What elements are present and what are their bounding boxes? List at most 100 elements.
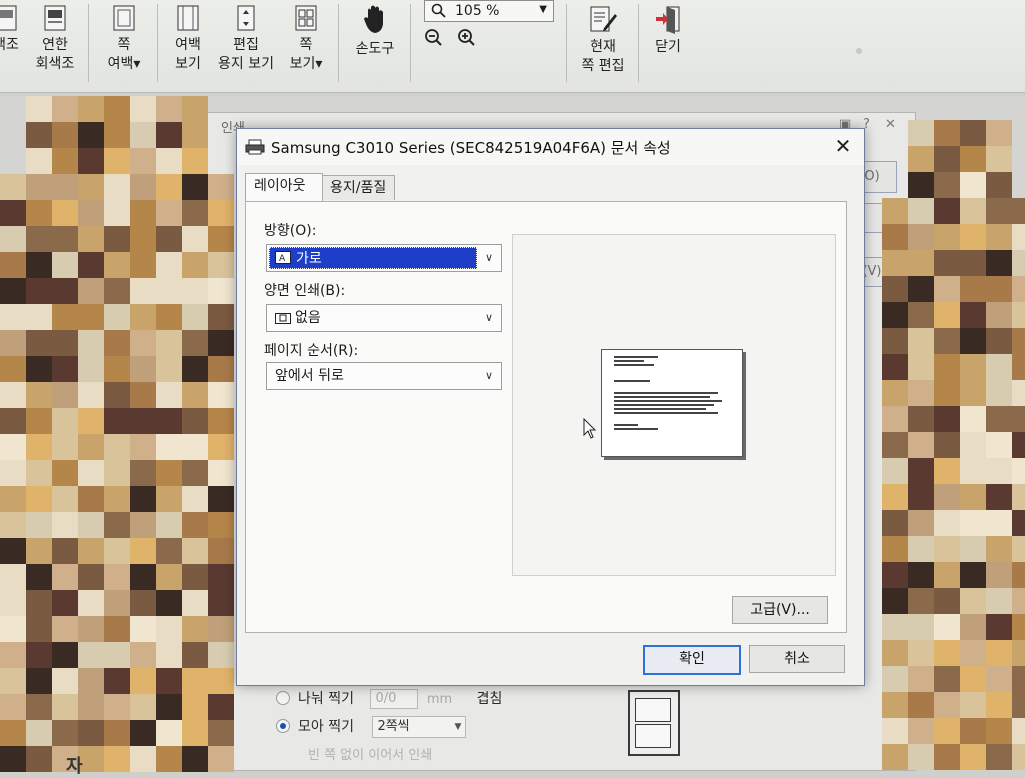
ribbon-hand-tool-button[interactable]: 손도구 xyxy=(348,4,402,59)
mosaic-block xyxy=(960,484,986,510)
mosaic-block xyxy=(960,458,986,484)
tab-layout[interactable]: 레이아웃 xyxy=(245,173,323,201)
mosaic-block xyxy=(208,226,234,252)
mosaic-block xyxy=(130,200,156,226)
mosaic-block xyxy=(0,226,26,252)
ribbon-page-margin-button[interactable]: 쪽 여백▾ xyxy=(100,4,148,74)
mosaic-block xyxy=(52,512,78,538)
split-print-input[interactable]: 0/0 xyxy=(370,689,419,709)
mosaic-block xyxy=(182,96,208,122)
mosaic-block xyxy=(26,356,52,382)
ribbon-separator xyxy=(157,4,158,82)
group-print-select[interactable]: 2쪽씩 ▼ xyxy=(372,716,467,738)
mosaic-block xyxy=(1012,276,1025,302)
mosaic-block xyxy=(934,536,960,562)
mosaic-block xyxy=(986,302,1012,328)
mosaic-block xyxy=(908,172,934,198)
zoom-out-icon[interactable] xyxy=(424,28,444,48)
mosaic-block xyxy=(156,96,182,122)
group-print-radio[interactable] xyxy=(276,719,290,733)
mosaic-block xyxy=(986,666,1012,692)
page-order-select[interactable]: 앞에서 뒤로 ∨ xyxy=(266,362,502,390)
zoom-in-icon[interactable] xyxy=(457,28,477,48)
mosaic-block xyxy=(882,510,908,536)
dialog-titlebar: Samsung C3010 Series (SEC842519A04F6A) 문… xyxy=(237,129,864,165)
mosaic-block xyxy=(986,146,1012,172)
duplex-select[interactable]: 없음 ∨ xyxy=(266,304,502,332)
chevron-down-icon[interactable]: ▼ xyxy=(539,0,547,20)
mosaic-block xyxy=(182,746,208,772)
svg-text:A: A xyxy=(279,254,286,264)
mosaic-block xyxy=(986,224,1012,250)
mosaic-block xyxy=(182,304,208,330)
printer-icon xyxy=(245,139,265,155)
close-button[interactable]: ✕ xyxy=(830,133,856,159)
mosaic-block xyxy=(26,486,52,512)
mosaic-block xyxy=(208,564,234,590)
mosaic-block xyxy=(960,744,986,770)
mosaic-block xyxy=(156,252,182,278)
mosaic-block xyxy=(208,278,234,304)
mosaic-block xyxy=(156,616,182,642)
mosaic-block xyxy=(882,562,908,588)
landscape-icon: A xyxy=(275,251,291,264)
mosaic-block xyxy=(934,718,960,744)
mosaic-block xyxy=(986,510,1012,536)
mosaic-block xyxy=(26,538,52,564)
mosaic-block xyxy=(1012,744,1025,770)
mosaic-block xyxy=(156,304,182,330)
chevron-down-icon[interactable]: ∨ xyxy=(481,363,497,389)
mosaic-block xyxy=(26,96,52,122)
mosaic-block xyxy=(882,224,908,250)
mosaic-block xyxy=(960,276,986,302)
tab-paper-quality[interactable]: 용지/품질 xyxy=(321,175,395,200)
mosaic-block xyxy=(78,200,104,226)
chevron-down-icon[interactable]: ∨ xyxy=(481,245,497,271)
orientation-select[interactable]: 가로 A ∨ xyxy=(266,244,502,272)
cancel-button[interactable]: 취소 xyxy=(749,645,845,673)
mosaic-block xyxy=(130,408,156,434)
zoom-combobox[interactable]: 105 % ▼ xyxy=(424,0,554,22)
mosaic-block xyxy=(208,200,234,226)
mosaic-block xyxy=(104,590,130,616)
mosaic-block xyxy=(882,198,908,224)
chevron-down-icon[interactable]: ∨ xyxy=(481,305,497,331)
mosaic-block xyxy=(26,746,52,772)
ribbon-edit-page-button[interactable]: 현재 쪽 편집 xyxy=(574,4,632,76)
ribbon-edit-paper-button[interactable]: 편집 용지 보기 xyxy=(216,4,276,74)
mosaic-block xyxy=(182,486,208,512)
ok-button[interactable]: 확인 xyxy=(643,645,741,675)
advanced-button[interactable]: 고급(V)... xyxy=(732,596,828,624)
mosaic-block xyxy=(156,512,182,538)
ribbon-margin-view-button[interactable]: 여백 보기 xyxy=(166,4,210,74)
preview-text-line xyxy=(614,356,658,358)
split-print-radio[interactable] xyxy=(276,691,290,705)
mosaic-block xyxy=(104,616,130,642)
mosaic-block xyxy=(78,434,104,460)
mosaic-block xyxy=(960,198,986,224)
group-print-option[interactable]: 모아 찍기 2쪽씩 ▼ xyxy=(276,716,467,738)
mosaic-block xyxy=(104,304,130,330)
mosaic-block xyxy=(156,174,182,200)
color-tone-icon xyxy=(0,5,17,31)
mosaic-block xyxy=(882,744,908,770)
mosaic-block xyxy=(156,356,182,382)
mosaic-block xyxy=(26,148,52,174)
ribbon-grayscale-button[interactable]: 연한 회색조 xyxy=(30,4,80,74)
mosaic-block xyxy=(156,226,182,252)
ribbon-page-view-button[interactable]: 쪽 보기▾ xyxy=(286,4,326,74)
page-order-label: 페이지 순서(R): xyxy=(264,343,359,359)
mosaic-block xyxy=(52,356,78,382)
preview-text-line xyxy=(614,408,706,410)
mosaic-block xyxy=(156,642,182,668)
mosaic-block xyxy=(208,590,234,616)
mosaic-block xyxy=(78,226,104,252)
ribbon-close-button[interactable]: 닫기 xyxy=(648,4,688,57)
mosaic-block xyxy=(960,172,986,198)
mosaic-block xyxy=(156,122,182,148)
ribbon-color-tone-button[interactable]: 색조 xyxy=(0,4,26,55)
split-print-option[interactable]: 나눠 찍기 0/0 mm 겹침 xyxy=(276,688,502,709)
mosaic-block xyxy=(26,434,52,460)
mosaic-block xyxy=(960,224,986,250)
mosaic-block xyxy=(986,588,1012,614)
